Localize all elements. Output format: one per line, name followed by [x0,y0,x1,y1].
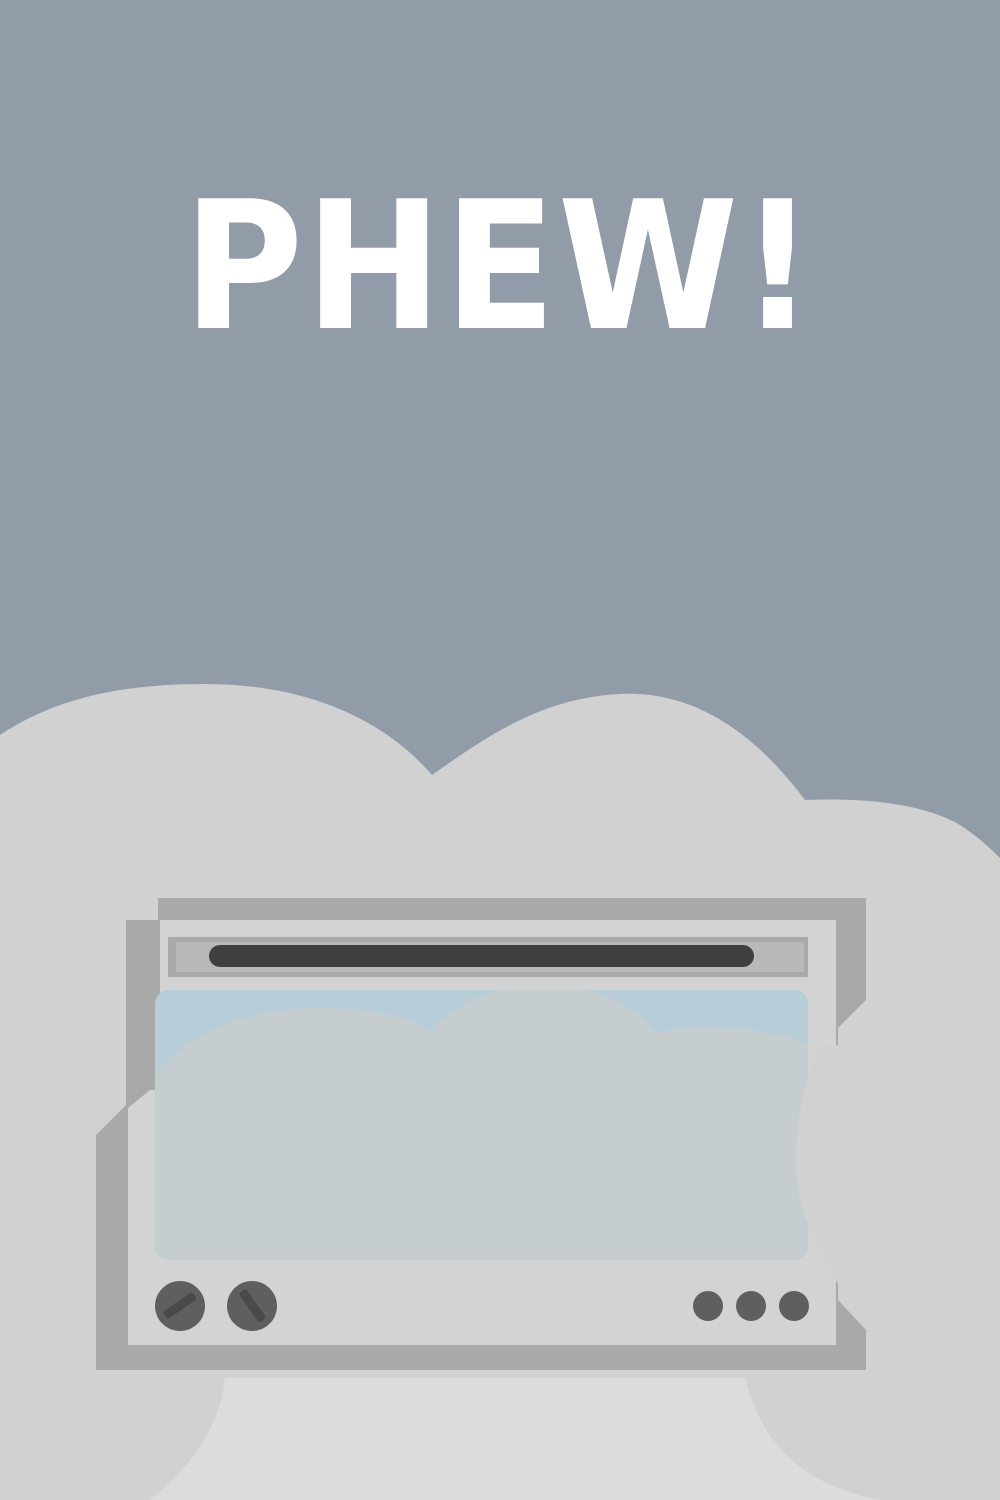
dial-knob-icon [155,1281,205,1331]
indicator-light-icon [779,1291,809,1321]
oven-icon [96,898,866,1370]
dial-knob-icon [227,1281,277,1331]
smoke-wisp [796,1045,1000,1290]
oven-handle [209,945,754,967]
phew-poster: PHEW! [0,0,1000,1500]
smoke-and-oven-illustration [0,684,1000,1500]
indicator-light-icon [736,1291,766,1321]
oven-window [155,990,808,1260]
indicator-light-icon [693,1291,723,1321]
